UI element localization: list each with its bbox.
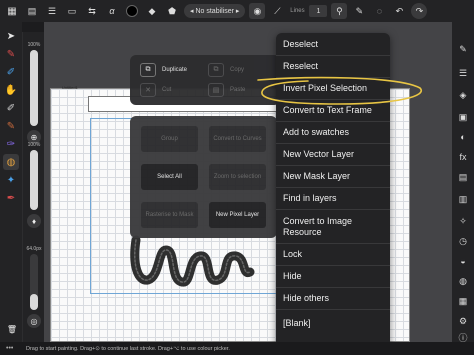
adjustments-icon[interactable]: ▣	[456, 110, 470, 124]
target-icon[interactable]: ◎	[27, 314, 41, 328]
right-studio-panel: ✎ ☰ ◈ ▣ ◐ fx ▤ ▥ ✧ ◷ ◒ ◍ ▦ ⚙ ⓘ	[452, 22, 474, 343]
layers-icon[interactable]: ☰	[456, 66, 470, 80]
convert-to-curves-button[interactable]: Convert to Curves	[209, 126, 266, 152]
undo-icon[interactable]: ↶	[391, 3, 407, 19]
paint-brush-icon[interactable]: ✐	[3, 64, 19, 80]
copy-label: Copy	[230, 67, 245, 73]
opacity-slider-label: 100%	[27, 142, 41, 148]
paste-label: Paste	[230, 87, 246, 93]
menu-item-convert-to-image-resource-label: Convert to Image Resource	[283, 215, 353, 237]
nozzle-icon[interactable]: ◆	[144, 3, 160, 19]
menu-item-hide[interactable]: Hide	[276, 265, 390, 287]
brush-context-panel: 100% ⊕ 100% ♦ 64.0px ◎	[22, 32, 44, 342]
select-all-button[interactable]: Select All	[141, 164, 198, 190]
more-icon[interactable]: •••	[6, 345, 13, 352]
channels-icon[interactable]: ◐	[456, 130, 470, 144]
size-slider-fill	[30, 50, 38, 126]
top-toolbar: ▦ ▤ ☰ ▭ ⇆ α ◆ ⬟ ◂ No stabiliser ▸ ◉ ⟋ Li…	[0, 0, 474, 22]
width-slider-label: 64.0px	[26, 246, 42, 252]
menu-item-hide-others[interactable]: Hide others	[276, 287, 390, 309]
history-icon[interactable]: ▤	[456, 170, 470, 184]
rasterise-to-mask-button[interactable]: Rasterise to Mask	[141, 202, 198, 228]
menu-item-blank[interactable]: [Blank]	[276, 309, 390, 331]
document-menu-icon[interactable]: ▭	[64, 3, 80, 19]
size-slider-label: 100%	[27, 42, 41, 48]
copy-button[interactable]: ⧉ Copy	[208, 61, 244, 79]
menu-item-find-in-layers[interactable]: Find in layers	[276, 187, 390, 209]
opacity-drop-icon[interactable]: ♦	[27, 214, 41, 228]
width-slider-fill	[30, 294, 38, 310]
menu-item-convert-to-image-resource[interactable]: Convert to Image Resource	[276, 209, 390, 243]
zoom-icon[interactable]: ⚲	[331, 3, 348, 19]
duplicate-icon: ⧉	[140, 63, 156, 77]
brush-tip-icon[interactable]: ⬟	[164, 3, 180, 19]
settings-icon[interactable]: ⚙	[456, 314, 470, 328]
lines-value-field[interactable]: 1	[309, 5, 328, 17]
color-wheel-icon[interactable]: ◍	[456, 274, 470, 288]
new-pixel-layer-button[interactable]: New Pixel Layer	[209, 202, 266, 228]
menu-item-deselect[interactable]: Deselect	[276, 33, 390, 55]
line-mode-icon[interactable]: ⟋	[269, 3, 285, 19]
wet-edges-icon[interactable]: ✎	[351, 3, 367, 19]
stock-icon[interactable]: ▦	[456, 294, 470, 308]
menu-item-add-to-swatches[interactable]: Add to swatches	[276, 121, 390, 143]
smudge-brush-icon[interactable]: ✋	[3, 82, 19, 98]
pixel-brush-icon[interactable]: ✎	[3, 118, 19, 134]
left-tool-panel: ➤ ✎ ✐ ✋ ✐ ✎ ✑ ◍ ✦ ✒	[0, 22, 22, 342]
paste-icon: ▤	[208, 83, 224, 97]
duplicate-label: Duplicate	[162, 67, 188, 73]
lasso-icon[interactable]: ◌	[371, 3, 387, 19]
stabiliser-next-icon: ▸	[233, 8, 240, 15]
highlight-annotation	[257, 76, 423, 105]
context-toolbar-icon[interactable]: ⇆	[84, 3, 100, 19]
magic-wand-icon[interactable]: ✦	[3, 172, 19, 188]
text-styles-icon[interactable]: ◷	[456, 234, 470, 248]
stabiliser-label: No stabiliser	[195, 7, 234, 15]
cut-button[interactable]: ✕ Cut	[140, 81, 171, 99]
navigator-icon[interactable]: ▥	[456, 192, 470, 206]
stabiliser-dropdown[interactable]: ◂ No stabiliser ▸	[184, 4, 246, 18]
selection-brush-icon[interactable]: ✎	[3, 46, 19, 62]
trash-icon[interactable]: 🗑	[5, 322, 19, 336]
color-picker-icon[interactable]: ✒	[3, 190, 19, 206]
paste-button[interactable]: ▤ Paste	[208, 81, 245, 99]
transform-icon[interactable]: ✧	[456, 214, 470, 228]
zoom-to-selection-button[interactable]: Zoom to selection	[209, 164, 266, 190]
erase-brush-icon[interactable]: ✐	[3, 100, 19, 116]
document-title: Untitled1	[62, 85, 78, 90]
pixel-persona-icon[interactable]: ▤	[24, 3, 40, 19]
lines-label: Lines	[290, 8, 305, 14]
status-message: Drag to start painting. Drag+⊙ to contin…	[26, 345, 230, 352]
group-button[interactable]: Group	[141, 126, 198, 152]
color-swatch[interactable]	[124, 3, 140, 19]
eye-icon[interactable]: ◉	[249, 3, 266, 19]
move-tool-icon[interactable]: ➤	[3, 28, 19, 44]
freehand-selection-icon[interactable]: ◍	[3, 154, 19, 170]
menu-item-new-vector-layer[interactable]: New Vector Layer	[276, 143, 390, 165]
copy-icon: ⧉	[208, 63, 224, 77]
menu-icon[interactable]: ▦	[4, 3, 20, 19]
menu-item-new-mask-layer[interactable]: New Mask Layer	[276, 165, 390, 187]
duplicate-button[interactable]: ⧉ Duplicate	[140, 61, 187, 79]
hamburger-menu-icon[interactable]: ☰	[44, 3, 60, 19]
opacity-slider-fill	[30, 150, 38, 210]
menu-item-lock[interactable]: Lock	[276, 243, 390, 265]
swatches-icon[interactable]: ◒	[456, 254, 470, 268]
redo-icon[interactable]: ↷	[411, 3, 428, 19]
dodge-brush-icon[interactable]: ✑	[3, 136, 19, 152]
brush-settings-icon[interactable]: α	[104, 3, 120, 19]
brushes-icon[interactable]: ✎	[456, 42, 470, 56]
layers-stack-icon[interactable]: ◈	[456, 88, 470, 102]
cut-label: Cut	[162, 87, 172, 93]
fx-icon[interactable]: fx	[456, 150, 470, 164]
status-bar: ••• Drag to start painting. Drag+⊙ to co…	[0, 342, 474, 355]
selection-actions-popover: Group Convert to Curves Select All Zoom …	[130, 116, 277, 238]
cut-icon: ✕	[140, 83, 156, 97]
